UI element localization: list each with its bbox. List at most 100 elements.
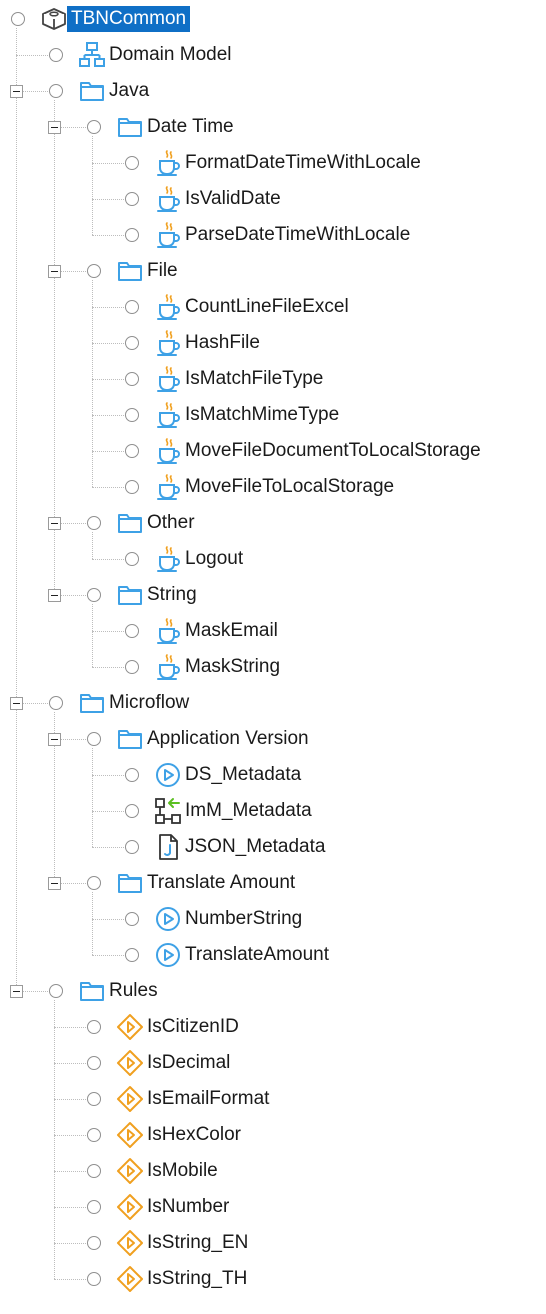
node-radio-button[interactable] <box>125 408 139 422</box>
tree-node-label[interactable]: IsDecimal <box>147 1050 230 1076</box>
node-radio-button[interactable] <box>125 300 139 314</box>
node-radio-button[interactable] <box>125 804 139 818</box>
tree-node-ishexcolor[interactable]: IsHexColor <box>0 1117 546 1153</box>
tree-node-logout[interactable]: Logout <box>0 541 546 577</box>
tree-node-label[interactable]: NumberString <box>185 906 302 932</box>
node-radio-button[interactable] <box>87 1272 101 1286</box>
tree-node-other[interactable]: Other <box>0 505 546 541</box>
tree-node-ismobile[interactable]: IsMobile <box>0 1153 546 1189</box>
collapse-toggle-icon[interactable] <box>48 121 61 134</box>
tree-node-label[interactable]: IsEmailFormat <box>147 1086 269 1112</box>
node-radio-button[interactable] <box>125 768 139 782</box>
tree-node-label[interactable]: Translate Amount <box>147 870 295 896</box>
tree-node-label[interactable]: IsString_TH <box>147 1266 247 1292</box>
collapse-toggle-icon[interactable] <box>10 697 23 710</box>
node-radio-button[interactable] <box>125 660 139 674</box>
tree-node-iscitizenid[interactable]: IsCitizenID <box>0 1009 546 1045</box>
tree-node-label[interactable]: IsMobile <box>147 1158 218 1184</box>
node-radio-button[interactable] <box>87 1092 101 1106</box>
node-radio-button[interactable] <box>87 1128 101 1142</box>
collapse-toggle-icon[interactable] <box>48 733 61 746</box>
tree-node-application-version[interactable]: Application Version <box>0 721 546 757</box>
tree-node-rules[interactable]: Rules <box>0 973 546 1009</box>
collapse-toggle-icon[interactable] <box>48 589 61 602</box>
node-radio-button[interactable] <box>49 696 63 710</box>
node-radio-button[interactable] <box>125 228 139 242</box>
tree-node-java[interactable]: Java <box>0 73 546 109</box>
tree-node-translate-amount[interactable]: Translate Amount <box>0 865 546 901</box>
tree-node-movefiledocumenttolocalstorage[interactable]: MoveFileDocumentToLocalStorage <box>0 433 546 469</box>
tree-node-label[interactable]: Date Time <box>147 114 234 140</box>
tree-node-label[interactable]: Java <box>109 78 149 104</box>
tree-node-label[interactable]: CountLineFileExcel <box>185 294 349 320</box>
node-radio-button[interactable] <box>125 840 139 854</box>
node-radio-button[interactable] <box>125 444 139 458</box>
tree-node-label[interactable]: ImM_Metadata <box>185 798 312 824</box>
tree-node-label[interactable]: Application Version <box>147 726 309 752</box>
node-radio-button[interactable] <box>87 732 101 746</box>
node-radio-button[interactable] <box>49 84 63 98</box>
node-radio-button[interactable] <box>11 12 25 26</box>
node-radio-button[interactable] <box>125 912 139 926</box>
tree-node-tbncommon[interactable]: TBNCommon <box>0 1 546 37</box>
tree-node-label[interactable]: MaskString <box>185 654 280 680</box>
node-radio-button[interactable] <box>125 552 139 566</box>
tree-node-label[interactable]: TBNCommon <box>67 6 191 32</box>
tree-node-maskstring[interactable]: MaskString <box>0 649 546 685</box>
collapse-toggle-icon[interactable] <box>10 85 23 98</box>
tree-node-isemailformat[interactable]: IsEmailFormat <box>0 1081 546 1117</box>
tree-node-formatdatetimewithlocale[interactable]: FormatDateTimeWithLocale <box>0 145 546 181</box>
tree-node-ismatchmimetype[interactable]: IsMatchMimeType <box>0 397 546 433</box>
tree-node-label[interactable]: Rules <box>109 978 158 1004</box>
tree-node-isstring-th[interactable]: IsString_TH <box>0 1261 546 1297</box>
tree-node-isvaliddate[interactable]: IsValidDate <box>0 181 546 217</box>
tree-node-numberstring[interactable]: NumberString <box>0 901 546 937</box>
node-radio-button[interactable] <box>87 1164 101 1178</box>
tree-node-label[interactable]: DS_Metadata <box>185 762 301 788</box>
node-radio-button[interactable] <box>49 984 63 998</box>
collapse-toggle-icon[interactable] <box>48 877 61 890</box>
tree-node-label[interactable]: Domain Model <box>109 42 232 68</box>
tree-node-label[interactable]: IsString_EN <box>147 1230 248 1256</box>
tree-node-string[interactable]: String <box>0 577 546 613</box>
tree-node-label[interactable]: IsCitizenID <box>147 1014 239 1040</box>
tree-node-label[interactable]: MaskEmail <box>185 618 278 644</box>
node-radio-button[interactable] <box>87 516 101 530</box>
tree-node-label[interactable]: Other <box>147 510 195 536</box>
tree-node-label[interactable]: Logout <box>185 546 243 572</box>
node-radio-button[interactable] <box>87 1236 101 1250</box>
tree-node-isdecimal[interactable]: IsDecimal <box>0 1045 546 1081</box>
node-radio-button[interactable] <box>87 1056 101 1070</box>
node-radio-button[interactable] <box>87 120 101 134</box>
node-radio-button[interactable] <box>125 192 139 206</box>
tree-node-label[interactable]: ParseDateTimeWithLocale <box>185 222 410 248</box>
tree-node-translateamount[interactable]: TranslateAmount <box>0 937 546 973</box>
tree-node-label[interactable]: Microflow <box>109 690 189 716</box>
node-radio-button[interactable] <box>87 1020 101 1034</box>
tree-node-label[interactable]: IsMatchMimeType <box>185 402 339 428</box>
node-radio-button[interactable] <box>125 156 139 170</box>
collapse-toggle-icon[interactable] <box>48 265 61 278</box>
tree-node-label[interactable]: FormatDateTimeWithLocale <box>185 150 421 176</box>
tree-node-label[interactable]: String <box>147 582 197 608</box>
node-radio-button[interactable] <box>87 264 101 278</box>
tree-node-ds-metadata[interactable]: DS_Metadata <box>0 757 546 793</box>
tree-node-maskemail[interactable]: MaskEmail <box>0 613 546 649</box>
tree-node-parsedatetimewithlocale[interactable]: ParseDateTimeWithLocale <box>0 217 546 253</box>
tree-node-label[interactable]: IsHexColor <box>147 1122 241 1148</box>
tree-node-movefiletolocalstorage[interactable]: MoveFileToLocalStorage <box>0 469 546 505</box>
node-radio-button[interactable] <box>125 624 139 638</box>
node-radio-button[interactable] <box>87 1200 101 1214</box>
node-radio-button[interactable] <box>125 948 139 962</box>
tree-node-json-metadata[interactable]: JSON_Metadata <box>0 829 546 865</box>
node-radio-button[interactable] <box>125 336 139 350</box>
tree-node-label[interactable]: TranslateAmount <box>185 942 329 968</box>
tree-node-microflow[interactable]: Microflow <box>0 685 546 721</box>
tree-node-label[interactable]: IsNumber <box>147 1194 229 1220</box>
tree-node-hashfile[interactable]: HashFile <box>0 325 546 361</box>
tree-node-label[interactable]: MoveFileDocumentToLocalStorage <box>185 438 481 464</box>
tree-node-label[interactable]: HashFile <box>185 330 260 356</box>
tree-node-countlinefileexcel[interactable]: CountLineFileExcel <box>0 289 546 325</box>
tree-node-label[interactable]: IsValidDate <box>185 186 281 212</box>
tree-node-domain-model[interactable]: Domain Model <box>0 37 546 73</box>
